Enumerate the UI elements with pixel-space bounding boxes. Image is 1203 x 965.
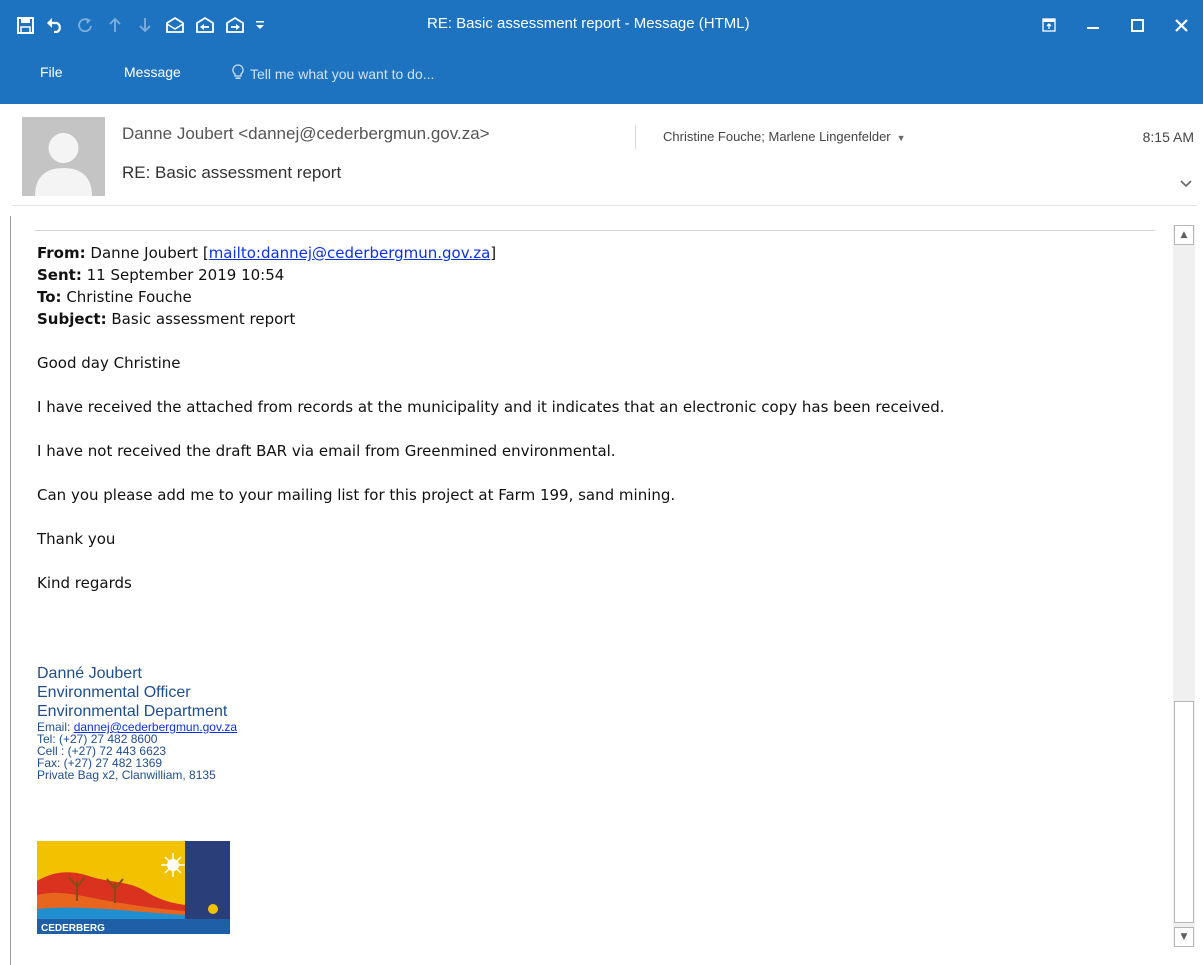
tab-message[interactable]: Message [124, 64, 181, 80]
lightbulb-icon [232, 64, 244, 83]
to-line: To: Christine Fouche [37, 288, 192, 306]
header-divider [635, 125, 636, 149]
body-paragraph: I have received the attached from record… [37, 398, 945, 416]
next-item-icon[interactable] [130, 10, 160, 40]
sent-line: Sent: 11 September 2019 10:54 [37, 266, 285, 284]
tell-me-placeholder: Tell me what you want to do... [250, 65, 435, 82]
closing: Kind regards [37, 574, 132, 592]
scroll-up-arrow-icon[interactable]: ▲ [1174, 225, 1194, 245]
reply-icon[interactable] [160, 10, 190, 40]
from-line: From: Danne Joubert [mailto:dannej@ceder… [37, 244, 497, 262]
tell-me-search[interactable]: Tell me what you want to do... [232, 64, 434, 83]
sender-name[interactable]: Danne Joubert <dannej@cederbergmun.gov.z… [122, 124, 490, 144]
body-rule [35, 230, 1155, 231]
scroll-down-arrow-icon[interactable]: ▼ [1174, 927, 1194, 947]
scroll-thumb[interactable] [1174, 701, 1194, 923]
message-subject: RE: Basic assessment report [122, 163, 342, 182]
expand-header-icon[interactable] [1179, 175, 1193, 189]
message-content: From: Danne Joubert [mailto:dannej@ceder… [37, 242, 945, 594]
body-paragraph: I have not received the draft BAR via em… [37, 442, 616, 460]
close-icon[interactable] [1159, 5, 1203, 45]
recipients[interactable]: Christine Fouche; Marlene Lingenfelder ▼ [663, 129, 906, 144]
greeting: Good day Christine [37, 354, 181, 372]
save-icon[interactable] [10, 10, 40, 40]
logo-text: CEDERBERG [41, 923, 105, 934]
message-body: From: Danne Joubert [mailto:dannej@ceder… [10, 216, 1170, 965]
undo-icon[interactable] [40, 10, 70, 40]
previous-item-icon[interactable] [100, 10, 130, 40]
forward-icon[interactable] [220, 10, 250, 40]
redo-icon[interactable] [70, 10, 100, 40]
ribbon-display-options-icon[interactable] [1027, 5, 1071, 45]
thank-you: Thank you [37, 530, 116, 548]
mailto-link[interactable]: mailto:dannej@cederbergmun.gov.za [209, 244, 491, 262]
signature-department: Environmental Department [37, 703, 228, 720]
header-separator [12, 205, 1197, 206]
title-bar: RE: Basic assessment report - Message (H… [0, 0, 1203, 50]
avatar [22, 117, 105, 196]
chevron-down-icon[interactable]: ▼ [897, 133, 906, 143]
email-signature: Danné Joubert Environmental Officer Envi… [37, 664, 237, 781]
vertical-scrollbar[interactable]: ▲ ▼ [1173, 225, 1195, 947]
cederberg-logo: CEDERBERG [37, 841, 230, 934]
customize-toolbar-icon[interactable] [250, 10, 270, 40]
recipients-list: Christine Fouche; Marlene Lingenfelder [663, 129, 891, 144]
signature-name: Danné Joubert [37, 665, 142, 682]
quick-access-toolbar [0, 0, 270, 50]
minimize-icon[interactable] [1071, 5, 1115, 45]
reply-all-icon[interactable] [190, 10, 220, 40]
tab-file[interactable]: File [40, 64, 63, 80]
maximize-icon[interactable] [1115, 5, 1159, 45]
ribbon-tab-bar: File Message Tell me what you want to do… [0, 50, 1203, 104]
window-title: RE: Basic assessment report - Message (H… [427, 15, 750, 32]
signature-title: Environmental Officer [37, 684, 191, 701]
signature-address: Private Bag x2, Clanwilliam, 8135 [37, 768, 216, 782]
body-paragraph: Can you please add me to your mailing li… [37, 486, 676, 504]
subject-line: Subject: Basic assessment report [37, 310, 296, 328]
window-controls [1027, 0, 1203, 50]
received-time: 8:15 AM [1142, 129, 1194, 145]
